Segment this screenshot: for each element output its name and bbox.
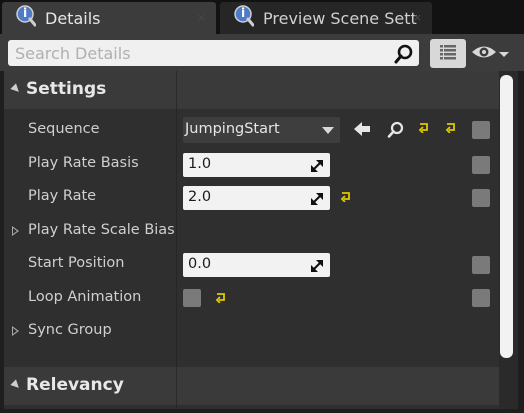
field-value: 1.0 [188,156,212,172]
section-title: Settings [26,79,107,99]
property-row-sync-group[interactable]: Sync Group [4,314,499,348]
property-row-play-rate-scale-bias[interactable]: Play Rate Scale Bias C [4,214,499,248]
property-row-sequence: Sequence JumpingStart [4,113,499,147]
scrollbar-thumb[interactable] [500,75,513,358]
property-row-loop-animation: Loop Animation [4,281,499,315]
details-icon [234,5,255,31]
details-panel: Settings Sequence JumpingStart Play Rate… [4,71,518,409]
property-label: Sync Group [28,322,112,338]
drag-spin-icon[interactable] [310,191,324,210]
collapse-arrow-icon[interactable] [10,379,22,391]
tab-label: Details [45,8,101,28]
field-value: 0.0 [188,256,212,272]
reset-to-default-icon[interactable] [445,121,457,137]
start-position-input[interactable]: 0.0 [183,253,330,277]
sequence-value: JumpingStart [185,121,280,137]
tab-preview-scene-settings[interactable]: Preview Scene Sett × [220,2,432,34]
expose-as-pin-checkbox[interactable] [472,156,490,174]
tab-label: Preview Scene Sett [263,8,417,28]
expand-arrow-icon[interactable] [12,326,19,336]
loop-animation-checkbox[interactable] [183,289,201,307]
play-rate-input[interactable]: 2.0 [183,186,330,210]
details-icon [16,5,37,31]
search-input[interactable] [8,40,395,66]
property-label: Play Rate Scale Bias C [28,222,178,238]
drag-spin-icon[interactable] [310,258,324,277]
search-box [8,40,419,66]
details-toolbar [0,34,524,71]
use-selected-arrow-icon[interactable] [353,121,371,141]
reset-to-default-icon[interactable] [340,190,352,206]
section-relevancy[interactable]: Relevancy [4,367,499,405]
property-label: Play Rate [28,188,97,204]
property-label: Sequence [28,121,100,137]
close-icon[interactable]: × [413,11,422,24]
browse-search-icon[interactable] [387,121,405,142]
expose-as-pin-checkbox[interactable] [472,289,490,307]
chevron-down-icon [498,44,510,63]
view-options-button[interactable] [430,39,466,68]
property-label: Play Rate Basis [28,155,139,171]
section-divider [176,71,177,109]
property-row-play-rate: Play Rate 2.0 [4,180,499,214]
close-icon[interactable]: × [197,11,206,24]
expand-arrow-icon[interactable] [12,226,19,236]
section-title: Relevancy [26,375,124,395]
expose-as-pin-checkbox[interactable] [472,121,490,139]
section-divider [176,367,177,405]
property-label: Loop Animation [28,289,142,305]
vertical-scrollbar[interactable] [499,71,518,409]
grid-view-icon [439,44,457,64]
expose-as-pin-checkbox[interactable] [472,189,490,207]
expose-as-pin-checkbox[interactable] [472,256,490,274]
drag-spin-icon[interactable] [310,158,324,177]
tab-details[interactable]: Details × [2,2,216,34]
sequence-asset-combo[interactable]: JumpingStart [183,117,340,143]
property-row-play-rate-basis: Play Rate Basis 1.0 [4,147,499,181]
tab-bar: Details × Preview Scene Sett × [0,0,524,34]
collapse-arrow-icon[interactable] [10,83,22,95]
chevron-down-icon [322,127,334,134]
search-icon[interactable] [394,44,414,68]
field-value: 2.0 [188,189,212,205]
section-settings[interactable]: Settings [4,71,499,109]
eye-icon [470,43,498,65]
visibility-filter-button[interactable] [470,39,518,68]
property-row-start-position: Start Position 0.0 [4,247,499,281]
play-rate-basis-input[interactable]: 1.0 [183,153,330,177]
reset-to-default-icon[interactable] [418,121,430,137]
property-label: Start Position [28,255,125,271]
reset-to-default-icon[interactable] [215,291,227,307]
